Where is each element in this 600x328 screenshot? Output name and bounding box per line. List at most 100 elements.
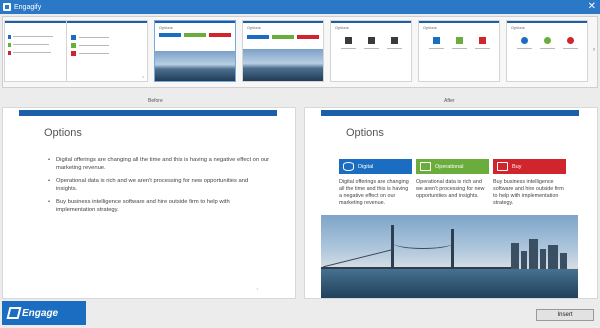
database-icon (343, 162, 354, 171)
option-digital: Digital Digital offerings are changing a… (339, 159, 412, 207)
mini-header (209, 33, 231, 37)
scroll-right-icon[interactable]: › (593, 47, 595, 53)
option-label: Digital (358, 163, 374, 170)
mini-line (79, 45, 109, 46)
after-preview: Options Digital Digital offerings are ch… (304, 107, 598, 299)
mini-header (272, 35, 294, 39)
bullet-list: Digital offerings are changing all the t… (48, 157, 270, 220)
thumbnail-title: Options (247, 25, 261, 30)
photo-water (321, 269, 578, 298)
mini-icon (567, 37, 574, 44)
thumbnail-bar (419, 21, 499, 23)
mini-header (297, 35, 319, 39)
photo-building (529, 239, 538, 270)
engage-logo: Engage (2, 301, 86, 325)
slide-page-number: 1 (256, 287, 258, 291)
mini-marker (71, 51, 76, 56)
photo-building (521, 251, 527, 270)
mini-line (452, 48, 467, 49)
option-buy: Buy Buy business intelligence software a… (493, 159, 566, 207)
slide-title: Options (346, 127, 384, 139)
option-description: Digital offerings are changing all the t… (339, 179, 409, 206)
thumbnail-strip[interactable]: 1 2 Options Options Options (2, 16, 598, 88)
mini-marker (71, 43, 76, 48)
before-label: Before (148, 98, 163, 104)
thumbnail-3[interactable]: Options (154, 20, 236, 82)
option-description: Buy business intelligence software and h… (493, 179, 564, 206)
mini-icon (544, 37, 551, 44)
window-title: Engagify (14, 3, 42, 11)
option-operational: Operational Operational data is rich and… (416, 159, 489, 200)
thumbnail-5[interactable]: Options (330, 20, 412, 82)
option-header: Operational (416, 159, 489, 174)
mini-line (563, 48, 578, 49)
mini-line (13, 52, 51, 53)
mini-icon (479, 37, 486, 44)
option-label: Operational (435, 163, 464, 170)
app-icon (3, 3, 11, 11)
insert-button[interactable]: Insert (536, 309, 594, 321)
after-label: After (444, 98, 455, 104)
thumbnail-title: Options (423, 25, 437, 30)
thumbnail-title: Options (335, 25, 349, 30)
thumbnail-bar (155, 21, 235, 23)
thumbnail-page: 2 (142, 75, 144, 79)
mini-photo (155, 51, 235, 81)
thumbnail-2[interactable]: 2 (66, 20, 148, 82)
mini-line (79, 53, 109, 54)
option-label: Buy (512, 163, 522, 170)
before-preview: Options Digital offerings are changing a… (2, 107, 296, 299)
logo-text: Engage (22, 307, 59, 319)
close-icon[interactable]: ✕ (588, 1, 596, 13)
bridge-photo (321, 215, 578, 298)
mini-marker (8, 35, 11, 39)
mini-icon (345, 37, 352, 44)
thumbnail-title: Options (159, 25, 173, 30)
thumbnail-6[interactable]: Options (418, 20, 500, 82)
mini-line (13, 44, 49, 45)
photo-building (540, 249, 546, 270)
thumbnail-bar (507, 21, 587, 23)
thumbnail-bar (243, 21, 323, 23)
mini-icon (391, 37, 398, 44)
thumbnail-title: Options (511, 25, 525, 30)
photo-building (560, 253, 567, 270)
slide-top-bar (321, 110, 579, 116)
option-header: Buy (493, 159, 566, 174)
thumbnail-4[interactable]: Options (242, 20, 324, 82)
mini-photo (243, 49, 323, 81)
thumbnail-bar (331, 21, 411, 23)
mini-line (13, 36, 53, 37)
option-header: Digital (339, 159, 412, 174)
mini-icon (433, 37, 440, 44)
mini-header (247, 35, 269, 39)
slide-top-bar (19, 110, 277, 116)
slide-title: Options (44, 127, 82, 139)
cart-icon (497, 162, 508, 171)
mini-header (159, 33, 181, 37)
logo-mark-icon (6, 307, 22, 319)
mini-header (184, 33, 206, 37)
mini-line (341, 48, 356, 49)
option-description: Operational data is rich and we aren't p… (416, 179, 485, 199)
thumbnail-bar (67, 21, 147, 23)
monitor-icon (420, 162, 431, 171)
bullet-item: Digital offerings are changing all the t… (48, 157, 270, 172)
mini-line (540, 48, 555, 49)
mini-line (517, 48, 532, 49)
mini-marker (8, 51, 11, 55)
mini-marker (71, 35, 76, 40)
mini-icon (521, 37, 528, 44)
thumbnail-7[interactable]: Options (506, 20, 588, 82)
mini-line (475, 48, 490, 49)
mini-line (429, 48, 444, 49)
photo-building (548, 245, 558, 270)
photo-building (511, 243, 519, 270)
mini-marker (8, 43, 11, 47)
bullet-item: Buy business intelligence software and h… (48, 199, 270, 214)
title-bar: Engagify ✕ (0, 0, 600, 14)
bridge-cable (393, 237, 453, 249)
mini-icon (368, 37, 375, 44)
mini-line (387, 48, 402, 49)
mini-icon (456, 37, 463, 44)
